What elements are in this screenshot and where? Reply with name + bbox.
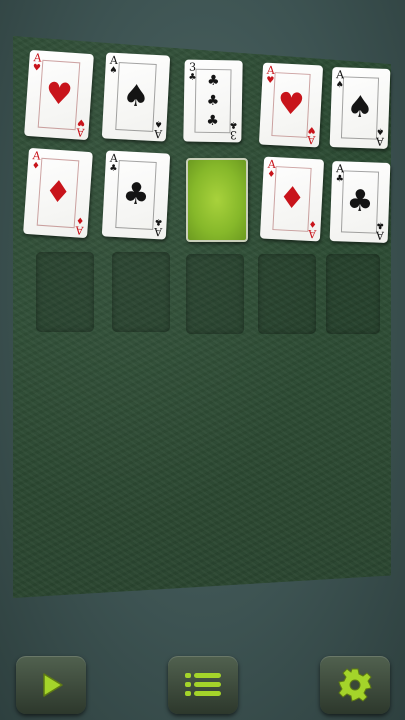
spade-icon: ♠	[335, 80, 344, 91]
diamond-icon: ♦	[43, 174, 73, 211]
card-rank: A	[109, 151, 119, 165]
play-button[interactable]	[16, 656, 86, 714]
card-rank: A	[335, 68, 345, 82]
club-icon: ♣	[109, 163, 118, 174]
card-corner-bottom: A ♥	[306, 123, 317, 147]
game-table: A ♥ ♥ A ♥ A ♠ ♠ A ♠ 3 ♣ ♣ ♣ ♣ 3 ♣ A ♥ ♥ A ♥ A ♠ ♠…	[0, 0, 405, 720]
card-corner-top: A ♥	[265, 63, 276, 87]
club-icon: ♣	[376, 219, 385, 230]
card-corner-bottom: A ♠	[375, 125, 386, 148]
card-rank: A	[307, 226, 317, 241]
heart-icon: ♥	[265, 75, 275, 87]
card-corner-top: A ♠	[335, 68, 346, 91]
card-rank: A	[375, 134, 385, 148]
card-corner-top: A ♠	[108, 53, 119, 76]
diamond-icon: ♦	[277, 180, 307, 217]
card-corner-bottom: A ♥	[75, 116, 86, 139]
empty-slot-4[interactable]	[258, 254, 316, 334]
heart-icon: ♥	[276, 86, 306, 123]
card-rank: A	[306, 132, 316, 147]
card-ace-hearts-1[interactable]: A ♥ ♥ A ♥	[24, 49, 94, 141]
gear-icon	[338, 668, 372, 702]
club-icon: ♣	[121, 176, 151, 213]
card-corner-top: A ♦	[266, 157, 277, 181]
club-icon: ♣	[206, 92, 220, 110]
empty-slot-2[interactable]	[112, 252, 170, 332]
card-rank: A	[153, 225, 163, 239]
card-rank: A	[32, 149, 41, 163]
card-rank: 3	[188, 60, 197, 74]
club-icon: ♣	[154, 216, 163, 227]
card-ace-spades-1[interactable]: A ♠ ♠ A ♠	[101, 52, 171, 142]
card-rank: A	[335, 162, 345, 176]
card-corner-top: A ♣	[335, 162, 346, 185]
heart-icon: ♥	[307, 123, 317, 135]
menu-list-icon	[185, 673, 221, 696]
play-icon	[43, 673, 63, 697]
card-corner-bottom: A ♦	[307, 217, 318, 241]
settings-button[interactable]	[320, 656, 390, 714]
card-ace-spades-2[interactable]: A ♠ ♠ A ♠	[329, 67, 391, 149]
card-rank: A	[76, 125, 85, 139]
empty-slot-1[interactable]	[36, 252, 94, 332]
spade-icon: ♠	[109, 65, 118, 76]
spade-icon: ♠	[345, 89, 375, 126]
card-rank: A	[267, 157, 277, 172]
card-corner-bottom: A ♦	[74, 214, 85, 237]
empty-slot-5[interactable]	[326, 254, 380, 334]
empty-slot-3[interactable]	[186, 254, 244, 334]
card-ace-clubs-1[interactable]: A ♣ ♣ A ♣	[101, 150, 171, 240]
club-icon: ♣	[229, 119, 238, 130]
club-icon: ♣	[206, 72, 220, 90]
diamond-icon: ♦	[31, 161, 41, 172]
card-rank: A	[266, 63, 276, 78]
card-corner-bottom: 3 ♣	[228, 119, 238, 142]
club-icon: ♣	[335, 174, 344, 185]
card-rank: 3	[229, 128, 238, 142]
card-rank: A	[33, 51, 42, 65]
card-rank: A	[375, 228, 385, 242]
card-corner-bottom: A ♣	[375, 219, 386, 242]
club-icon: ♣	[345, 183, 375, 220]
menu-button[interactable]	[168, 656, 238, 714]
card-corner-top: A ♦	[30, 149, 41, 172]
card-ace-diamonds-1[interactable]: A ♦ ♦ A ♦	[23, 147, 93, 239]
card-ace-hearts-2[interactable]: A ♥ ♥ A ♥	[258, 62, 324, 148]
diamond-icon: ♦	[308, 217, 318, 229]
card-three-clubs[interactable]: 3 ♣ ♣ ♣ ♣ 3 ♣	[183, 59, 243, 143]
stock-pile-card-back[interactable]	[186, 158, 248, 242]
card-rank: A	[109, 53, 119, 67]
spade-icon: ♠	[376, 125, 385, 136]
card-ace-diamonds-2[interactable]: A ♦ ♦ A ♦	[259, 156, 325, 242]
diamond-icon: ♦	[266, 169, 276, 181]
spade-icon: ♠	[154, 118, 163, 129]
card-rank: A	[75, 223, 84, 237]
heart-icon: ♥	[32, 63, 42, 74]
diamond-icon: ♦	[75, 214, 85, 225]
card-corner-bottom: A ♣	[153, 216, 164, 239]
card-ace-clubs-2[interactable]: A ♣ ♣ A ♣	[329, 161, 391, 243]
spade-icon: ♠	[121, 78, 151, 115]
card-corner-top: A ♥	[31, 51, 42, 74]
card-corner-top: A ♣	[108, 151, 119, 174]
heart-icon: ♥	[44, 76, 74, 113]
card-corner-bottom: A ♠	[153, 118, 164, 141]
heart-icon: ♥	[76, 116, 86, 127]
card-rank: A	[153, 127, 163, 141]
